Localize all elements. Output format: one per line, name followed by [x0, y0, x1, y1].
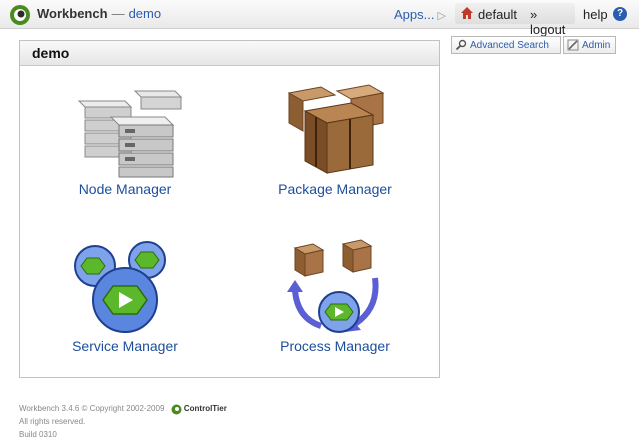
wrench-icon [567, 39, 579, 51]
service-cloud-icon[interactable] [65, 238, 185, 338]
panel-header: demo [20, 41, 439, 66]
project-panel: demo Node Manager Package Manager Servic… [19, 40, 440, 378]
user-name[interactable]: default [478, 7, 517, 22]
service-manager-label[interactable]: Service Manager [40, 338, 210, 354]
logout-link[interactable]: » logout [530, 7, 575, 37]
apps-menu[interactable]: Apps... ▷ [394, 7, 446, 22]
package-manager-tile[interactable]: Package Manager [235, 81, 435, 197]
title-separator: — [111, 6, 125, 21]
controltier-logo-icon [171, 404, 182, 415]
package-manager-label[interactable]: Package Manager [235, 181, 435, 197]
admin-button[interactable]: Admin [563, 36, 616, 54]
copyright-text: Workbench 3.4.6 © Copyright 2002-2009 [19, 404, 165, 413]
help-link[interactable]: help [583, 7, 608, 22]
process-manager-tile[interactable]: Process Manager [235, 238, 435, 354]
service-manager-tile[interactable]: Service Manager [40, 238, 210, 354]
build-text: Build 0310 [19, 430, 57, 440]
controltier-brand: ControlTier [183, 404, 227, 414]
process-manager-label[interactable]: Process Manager [235, 338, 435, 354]
controltier-logo[interactable]: ControlTier [171, 402, 227, 415]
advanced-search-label: Advanced Search [470, 40, 549, 51]
node-manager-label[interactable]: Node Manager [40, 181, 210, 197]
node-manager-tile[interactable]: Node Manager [40, 81, 210, 197]
workbench-logo-icon[interactable] [9, 4, 31, 26]
server-stack-icon[interactable] [65, 81, 185, 181]
process-cycle-icon[interactable] [275, 238, 395, 338]
user-menu: default » logout [455, 3, 575, 37]
home-icon [461, 7, 473, 19]
package-boxes-icon[interactable] [275, 81, 395, 181]
help-icon[interactable]: ? [613, 7, 627, 21]
apps-arrow-icon: ▷ [437, 10, 446, 22]
footer: Workbench 3.4.6 © Copyright 2002-2009 Co… [19, 402, 227, 441]
footer-copyright-line: Workbench 3.4.6 © Copyright 2002-2009 Co… [19, 402, 227, 415]
project-link[interactable]: demo [129, 6, 162, 21]
admin-label: Admin [582, 40, 611, 51]
app-title: Workbench — demo [37, 6, 161, 21]
app-name: Workbench [37, 6, 108, 21]
rights-text: All rights reserved. [19, 417, 86, 427]
apps-label: Apps... [394, 7, 435, 22]
advanced-search-button[interactable]: Advanced Search [451, 36, 561, 54]
top-bar: Workbench — demo Apps... ▷ default » logout… [0, 0, 639, 37]
search-icon [455, 39, 467, 51]
panel-title: demo [32, 45, 70, 61]
